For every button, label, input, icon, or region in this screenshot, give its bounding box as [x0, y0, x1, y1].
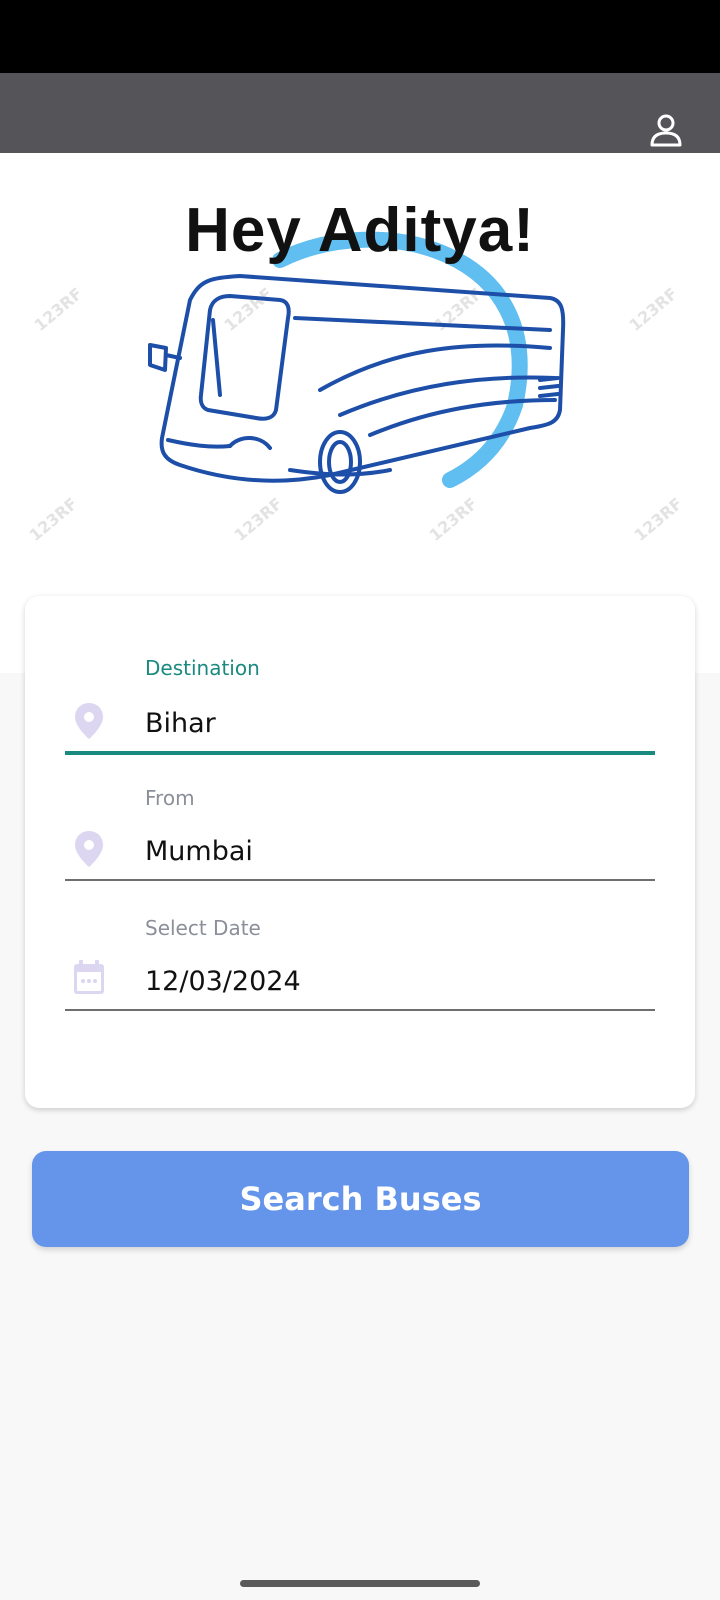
location-pin-icon — [75, 703, 103, 739]
destination-underline — [65, 751, 655, 755]
date-underline — [65, 1009, 655, 1011]
person-icon — [650, 114, 682, 147]
from-value[interactable]: Mumbai — [145, 836, 253, 867]
profile-button[interactable] — [646, 110, 686, 150]
date-field[interactable]: Select Date 12/03/2024 — [65, 916, 655, 1016]
home-indicator[interactable] — [240, 1580, 480, 1587]
calendar-icon — [74, 960, 104, 994]
destination-value[interactable]: Bihar — [145, 708, 216, 739]
from-underline — [65, 879, 655, 881]
bus-illustration — [148, 231, 566, 494]
search-buses-button[interactable]: Search Buses — [32, 1151, 689, 1247]
destination-label: Destination — [145, 656, 260, 680]
date-label: Select Date — [145, 916, 261, 940]
destination-field[interactable]: Destination Bihar — [65, 656, 655, 756]
search-form-card: Destination Bihar From Mumbai Select Dat… — [25, 596, 695, 1108]
location-pin-icon — [75, 831, 103, 867]
from-label: From — [145, 786, 195, 810]
status-bar — [0, 0, 720, 73]
from-field[interactable]: From Mumbai — [65, 786, 655, 886]
greeting-title: Hey Aditya! — [185, 196, 535, 265]
app-bar — [0, 73, 720, 153]
date-value[interactable]: 12/03/2024 — [145, 966, 301, 997]
